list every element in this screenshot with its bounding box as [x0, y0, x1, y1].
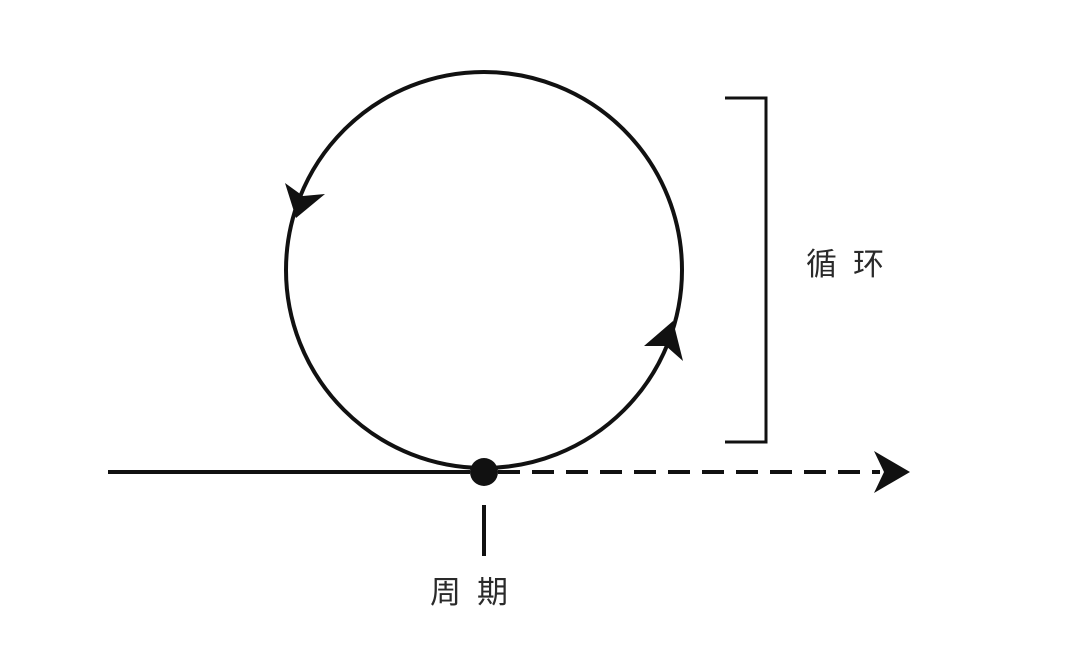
period-label: 周期: [430, 575, 524, 611]
cycle-bracket: [725, 96, 768, 444]
period-point: [470, 458, 498, 486]
diagram-canvas: [108, 70, 910, 556]
cycle-period-diagram: 循环 周期: [0, 0, 1080, 651]
cycle-circle: [284, 70, 684, 470]
cycle-label: 循环: [806, 247, 900, 283]
